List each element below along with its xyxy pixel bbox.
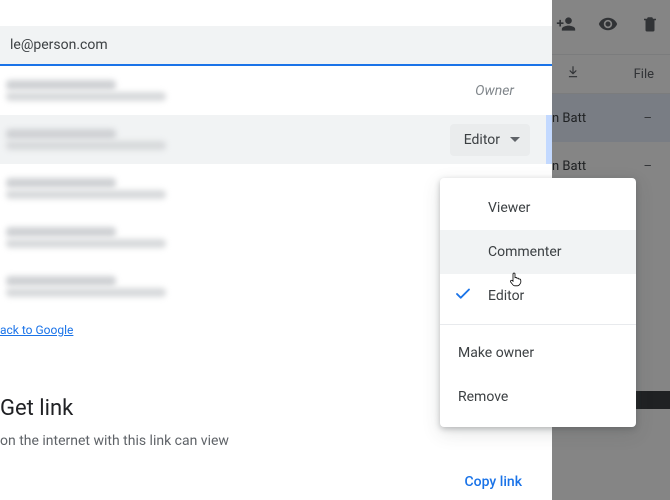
role-dropdown-trigger[interactable]: Editor: [450, 124, 530, 156]
person-name-redacted: [6, 129, 116, 139]
check-icon: [454, 285, 472, 307]
dropdown-item-label: Editor: [488, 288, 524, 304]
dropdown-item-editor[interactable]: Editor: [440, 274, 636, 318]
email-input[interactable]: le@person.com: [0, 26, 552, 66]
dropdown-separator: [440, 324, 636, 325]
person-row-owner: Owner: [0, 66, 552, 115]
role-dropdown-menu: Viewer Commenter Editor Make owner Remov…: [440, 178, 636, 427]
row-highlight-edge: [546, 115, 552, 164]
get-link-subtitle: on the internet with this link can view: [0, 433, 552, 449]
person-name-redacted: [6, 276, 116, 286]
dropdown-item-label: Make owner: [458, 345, 534, 361]
person-info: [6, 80, 166, 101]
person-email-redacted: [6, 288, 166, 297]
dropdown-item-label: Viewer: [488, 200, 530, 216]
dropdown-item-remove[interactable]: Remove: [440, 375, 636, 419]
person-info: [6, 276, 166, 297]
person-email-redacted: [6, 239, 166, 248]
role-owner-label: Owner: [475, 83, 530, 99]
email-input-value: le@person.com: [10, 37, 108, 53]
copy-link-button[interactable]: Copy link: [465, 474, 522, 490]
person-info: [6, 129, 166, 150]
person-name-redacted: [6, 80, 116, 90]
chevron-down-icon: [510, 137, 520, 142]
person-info: [6, 178, 166, 199]
dropdown-item-label: Remove: [458, 389, 508, 405]
person-name-redacted: [6, 178, 116, 188]
dropdown-item-label: Commenter: [488, 244, 562, 260]
person-email-redacted: [6, 92, 166, 101]
dropdown-item-viewer[interactable]: Viewer: [440, 186, 636, 230]
person-email-redacted: [6, 190, 166, 199]
dropdown-item-make-owner[interactable]: Make owner: [440, 331, 636, 375]
person-name-redacted: [6, 227, 116, 237]
dropdown-item-commenter[interactable]: Commenter: [440, 230, 636, 274]
feedback-link[interactable]: ack to Google: [0, 323, 73, 337]
person-row-editor: Editor: [0, 115, 552, 164]
role-dropdown-label: Editor: [464, 132, 500, 148]
person-email-redacted: [6, 141, 166, 150]
person-info: [6, 227, 166, 248]
